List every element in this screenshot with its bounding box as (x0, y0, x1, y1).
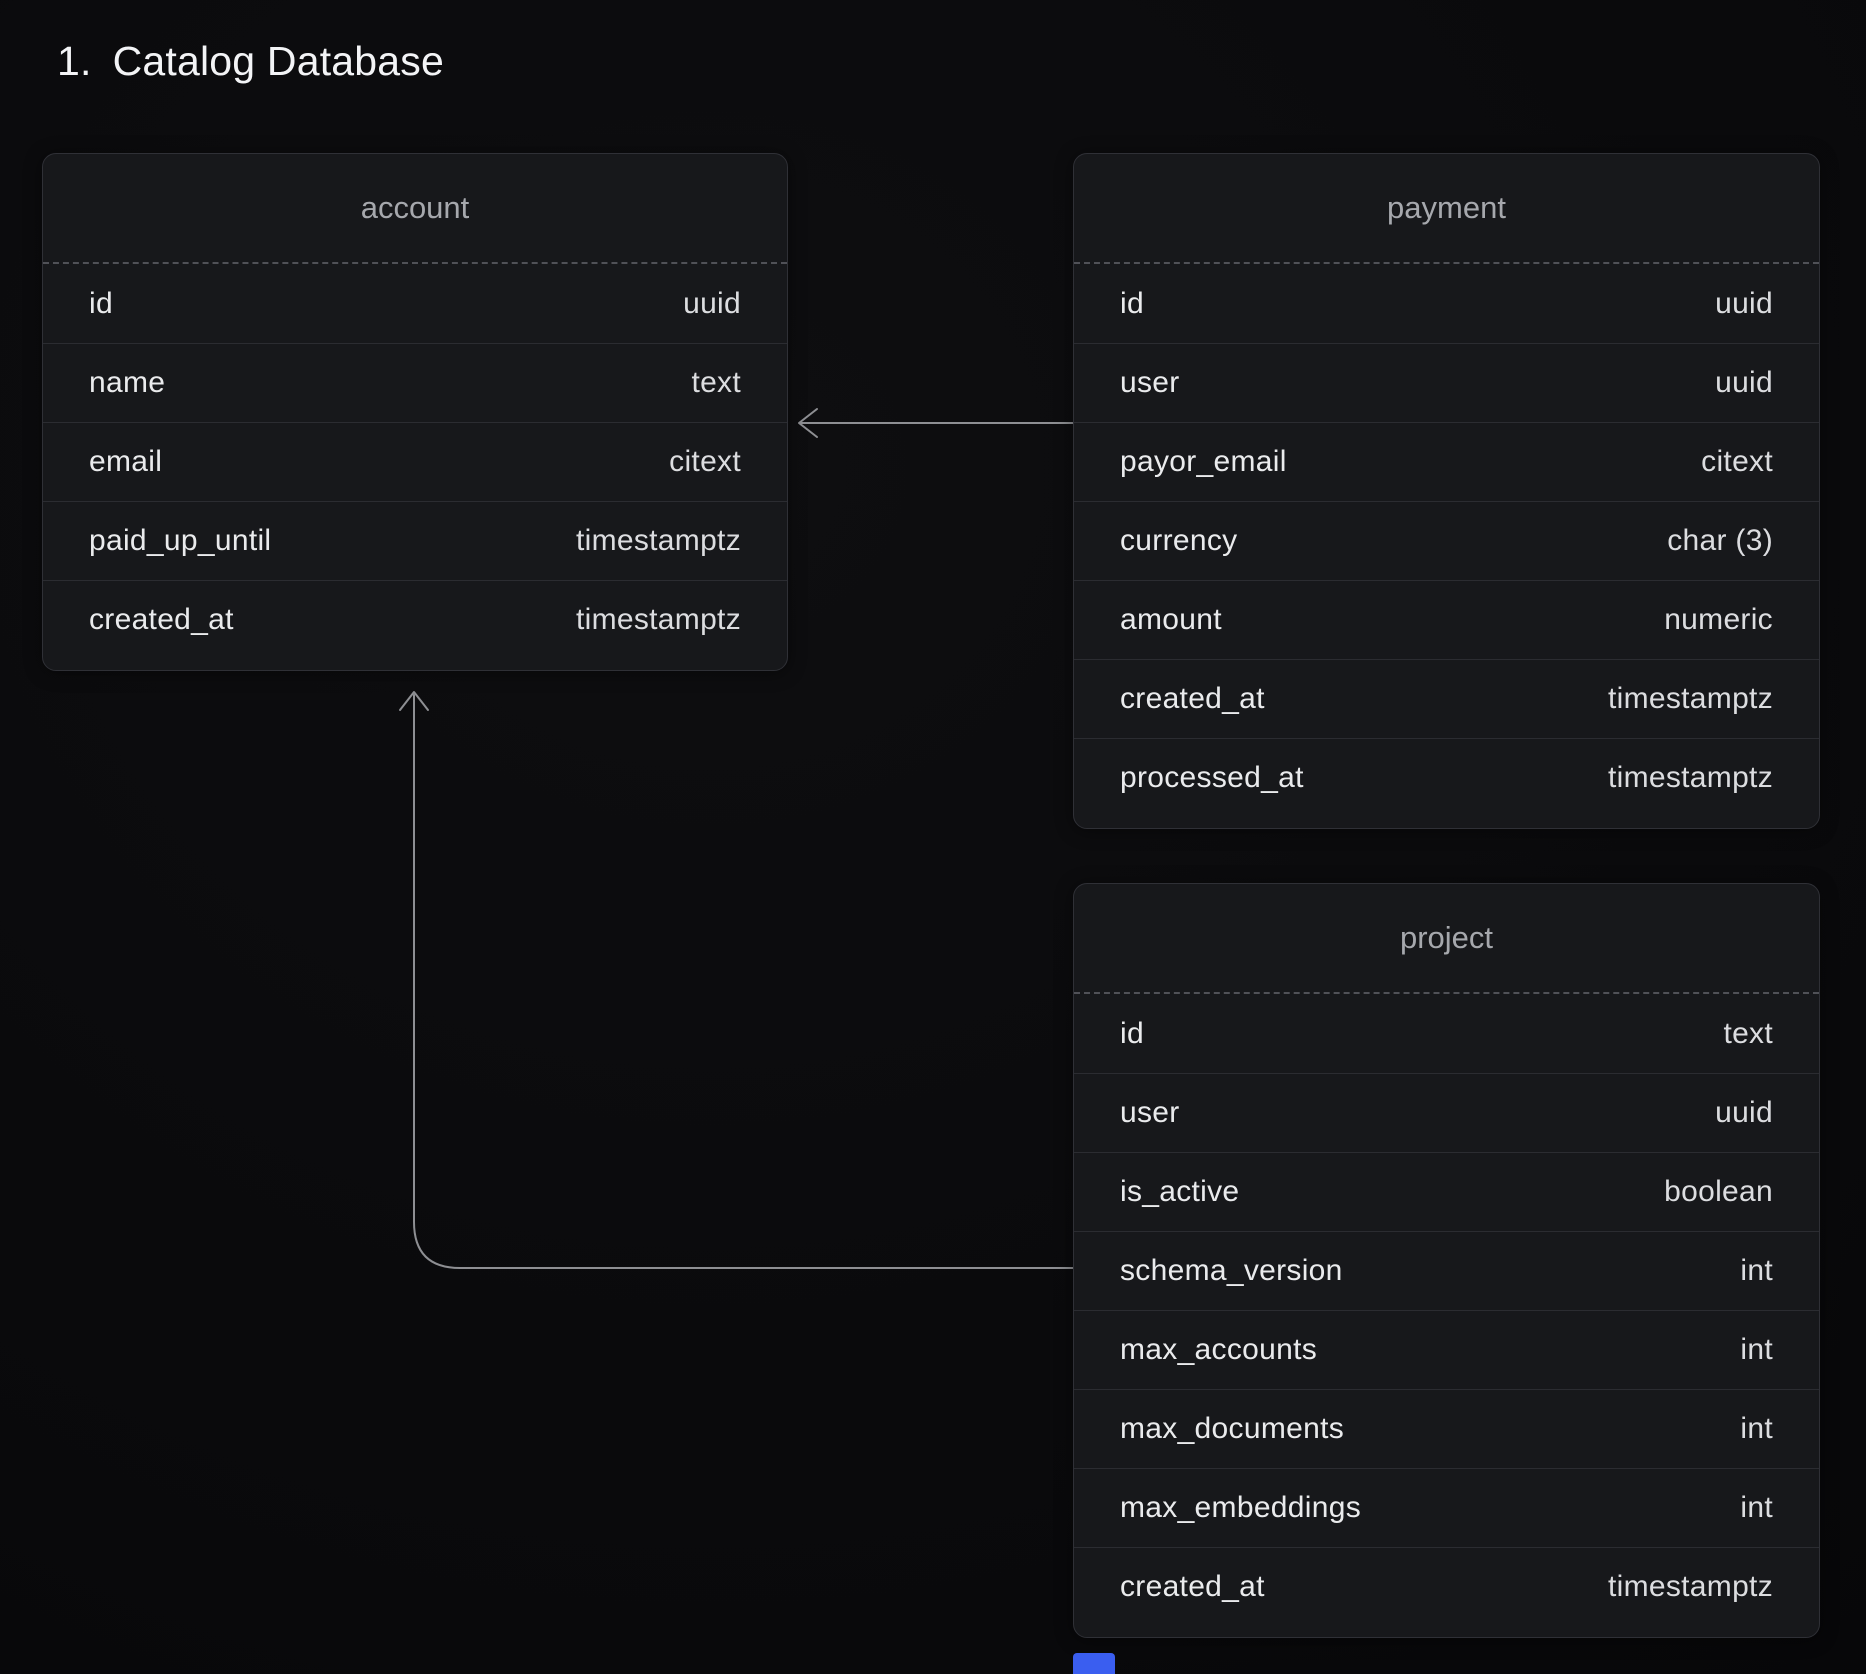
field-type: int (1740, 1254, 1773, 1288)
arrowhead-left-icon (799, 409, 817, 437)
table-row: name text (43, 343, 787, 422)
field-name: processed_at (1120, 761, 1304, 795)
field-name: payor_email (1120, 445, 1287, 479)
table-name: project (1400, 920, 1493, 956)
field-type: uuid (683, 287, 741, 321)
field-name: created_at (1120, 1570, 1265, 1604)
field-type: uuid (1715, 1096, 1773, 1130)
table-row: schema_version int (1074, 1231, 1819, 1310)
field-name: email (89, 445, 162, 479)
field-type: timestamptz (1608, 761, 1773, 795)
page-title-number: 1. (57, 38, 92, 85)
relation-payment-account (799, 409, 1073, 437)
field-name: user (1120, 366, 1180, 400)
field-type: citext (669, 445, 741, 479)
table-row: created_at timestamptz (43, 580, 787, 659)
field-type: timestamptz (1608, 1570, 1773, 1604)
field-type: uuid (1715, 366, 1773, 400)
table-name: account (361, 190, 470, 226)
field-name: name (89, 366, 165, 400)
table-row: created_at timestamptz (1074, 659, 1819, 738)
field-name: created_at (1120, 682, 1265, 716)
table-rows: id uuid name text email citext paid_up_u… (43, 264, 787, 670)
field-name: amount (1120, 603, 1222, 637)
field-type: text (1723, 1017, 1773, 1051)
field-type: text (691, 366, 741, 400)
relation-project-account (400, 692, 1073, 1268)
field-name: id (1120, 1017, 1144, 1051)
field-name: created_at (89, 603, 234, 637)
field-type: uuid (1715, 287, 1773, 321)
field-name: is_active (1120, 1175, 1239, 1209)
table-row: id uuid (43, 264, 787, 343)
table-row: processed_at timestamptz (1074, 738, 1819, 817)
table-row: max_documents int (1074, 1389, 1819, 1468)
field-type: char (3) (1667, 524, 1773, 558)
table-row: user uuid (1074, 343, 1819, 422)
field-type: timestamptz (576, 603, 741, 637)
erd-canvas: 1. Catalog Database account id uuid name… (0, 0, 1866, 1674)
field-type: citext (1701, 445, 1773, 479)
field-type: int (1740, 1333, 1773, 1367)
table-row: id uuid (1074, 264, 1819, 343)
field-type: numeric (1664, 603, 1773, 637)
table-card-payment[interactable]: payment id uuid user uuid payor_email ci… (1073, 153, 1820, 829)
field-name: max_documents (1120, 1412, 1344, 1446)
table-row: max_accounts int (1074, 1310, 1819, 1389)
field-name: schema_version (1120, 1254, 1343, 1288)
field-name: max_embeddings (1120, 1491, 1361, 1525)
table-row: paid_up_until timestamptz (43, 501, 787, 580)
field-name: user (1120, 1096, 1180, 1130)
arrowhead-up-icon (400, 692, 428, 710)
field-name: id (1120, 287, 1144, 321)
field-type: int (1740, 1412, 1773, 1446)
page-title: 1. Catalog Database (57, 38, 444, 85)
canvas-scroll-indicator[interactable] (1073, 1653, 1115, 1674)
table-name: payment (1387, 190, 1506, 226)
field-type: boolean (1664, 1175, 1773, 1209)
table-row: is_active boolean (1074, 1152, 1819, 1231)
table-row: amount numeric (1074, 580, 1819, 659)
field-name: paid_up_until (89, 524, 271, 558)
table-row: user uuid (1074, 1073, 1819, 1152)
table-rows: id text user uuid is_active boolean sche… (1074, 994, 1819, 1637)
table-row: email citext (43, 422, 787, 501)
field-type: timestamptz (576, 524, 741, 558)
table-row: max_embeddings int (1074, 1468, 1819, 1547)
field-type: int (1740, 1491, 1773, 1525)
table-row: currency char (3) (1074, 501, 1819, 580)
table-header: account (43, 154, 787, 264)
field-type: timestamptz (1608, 682, 1773, 716)
field-name: max_accounts (1120, 1333, 1317, 1367)
page-title-text: Catalog Database (113, 38, 444, 85)
table-row: created_at timestamptz (1074, 1547, 1819, 1626)
table-rows: id uuid user uuid payor_email citext cur… (1074, 264, 1819, 828)
table-header: payment (1074, 154, 1819, 264)
table-row: id text (1074, 994, 1819, 1073)
table-row: payor_email citext (1074, 422, 1819, 501)
table-card-project[interactable]: project id text user uuid is_active bool… (1073, 883, 1820, 1638)
table-header: project (1074, 884, 1819, 994)
table-card-account[interactable]: account id uuid name text email citext p… (42, 153, 788, 671)
field-name: id (89, 287, 113, 321)
field-name: currency (1120, 524, 1237, 558)
